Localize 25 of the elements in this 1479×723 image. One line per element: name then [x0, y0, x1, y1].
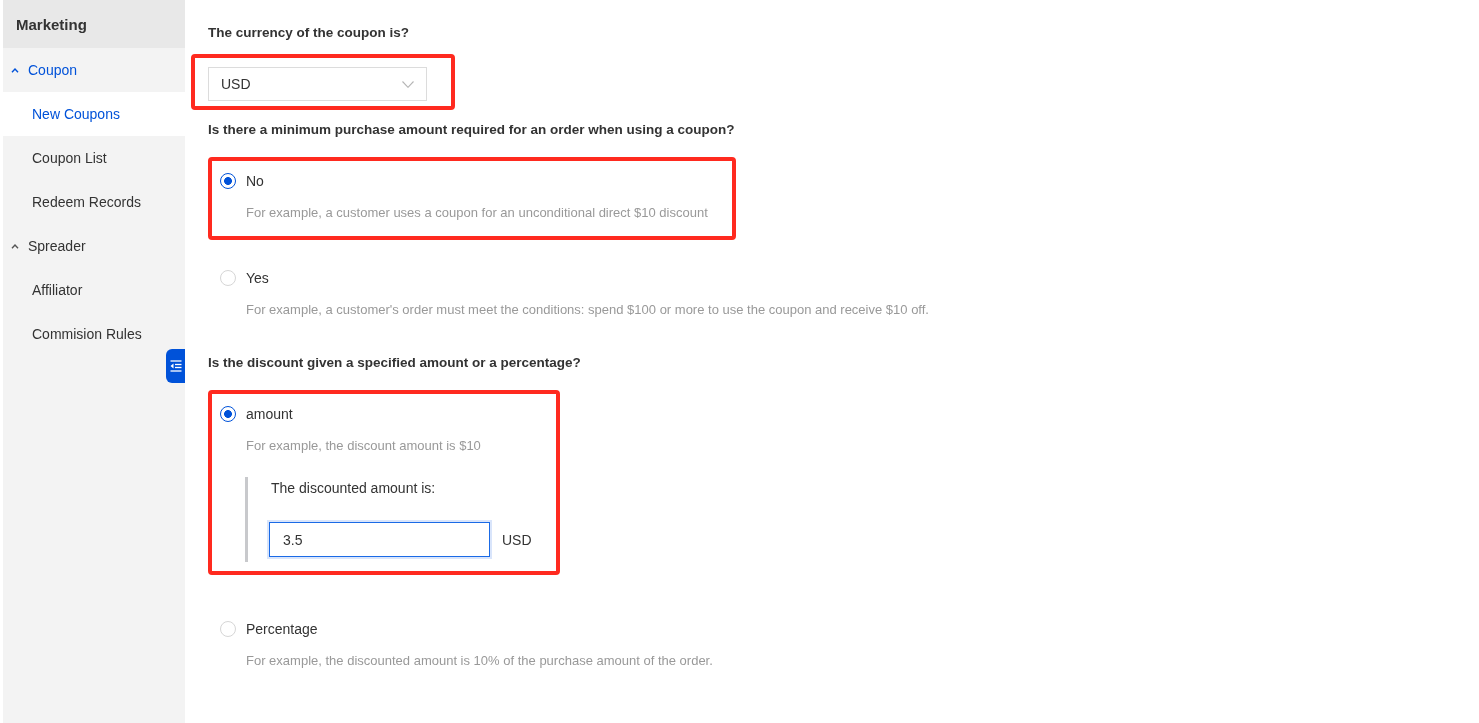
option-hint: For example, a customer uses a coupon for an unconditional direct $10 discount [246, 204, 708, 222]
collapse-sidebar-button[interactable] [166, 349, 185, 383]
option-label[interactable]: Yes [246, 270, 269, 286]
question-text: The currency of the coupon is? [208, 24, 410, 42]
option-hint: For example, the discount amount is $10 [246, 437, 481, 455]
currency-select[interactable]: USD [208, 67, 427, 101]
unit-label: USD [502, 531, 532, 548]
radio-button[interactable] [220, 173, 236, 189]
question-text: Is the discount given a specified amount or a percentage? [208, 354, 581, 372]
option-label[interactable]: No [246, 173, 264, 189]
select-value: USD [221, 76, 251, 92]
sidebar-title: Marketing [3, 0, 185, 48]
menu-fold-icon [169, 360, 182, 372]
caret-up-icon [11, 243, 19, 249]
menu-item[interactable]: New Coupons [3, 92, 185, 136]
field-label: The discounted amount is: [271, 479, 436, 498]
question-text: Is there a minimum purchase amount required for an order when using a coupon? [208, 121, 735, 139]
amount-input[interactable]: 3.5 [269, 522, 490, 557]
option-hint: For example, a customer's order must meet the conditions: spend $100 or more to use the coupon and receive $10 off. [246, 301, 929, 319]
chevron-down-icon [402, 80, 414, 88]
option-label[interactable]: amount [246, 406, 293, 422]
option-label[interactable]: Percentage [246, 621, 318, 637]
caret-up-icon [11, 67, 19, 73]
radio-button[interactable] [220, 406, 236, 422]
option-hint: For example, the discounted amount is 10% of the purchase amount of the order. [246, 652, 713, 670]
